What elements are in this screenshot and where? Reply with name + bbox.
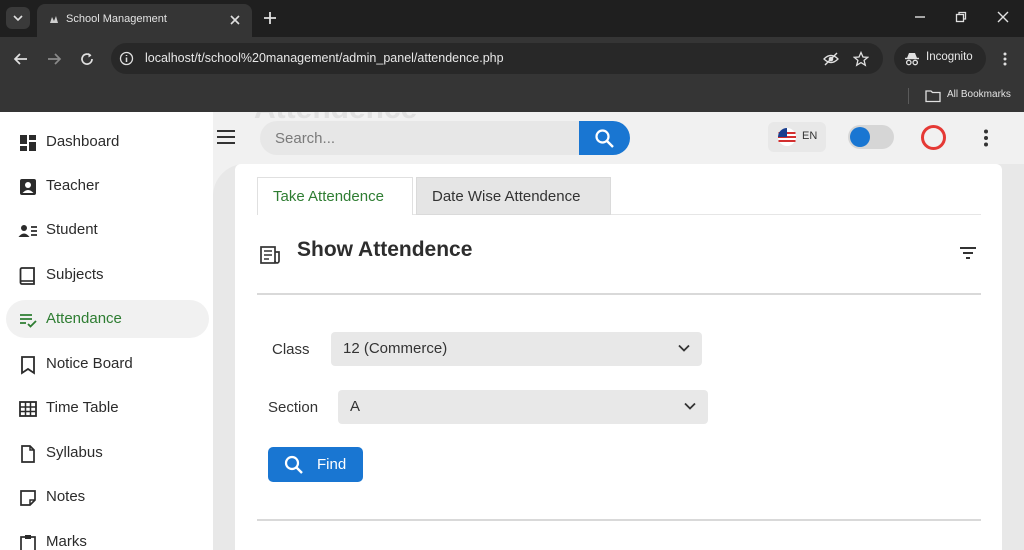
search-bar <box>260 121 630 155</box>
sidebar-item-student[interactable]: Student <box>6 211 209 249</box>
reload-icon[interactable] <box>79 51 95 67</box>
new-tab-icon[interactable] <box>262 10 278 26</box>
divider <box>257 519 981 521</box>
language-label: EN <box>802 130 818 142</box>
sidebar: Dashboard Teacher Student Subjects Atten… <box>0 112 213 550</box>
tab-date-wise-attendence[interactable]: Date Wise Attendence <box>416 177 611 215</box>
tab-title: School Management <box>66 13 167 25</box>
search-icon <box>595 129 614 148</box>
attendance-tabs: Take Attendence Date Wise Attendence <box>257 177 981 215</box>
more-options-icon[interactable] <box>981 128 991 148</box>
tab-take-attendence[interactable]: Take Attendence <box>257 177 413 215</box>
sidebar-item-label: Dashboard <box>46 133 120 150</box>
chevron-down-icon <box>13 15 23 22</box>
newspaper-icon <box>260 246 280 264</box>
address-bar[interactable]: localhost/t/school%20management/admin_pa… <box>111 43 883 74</box>
sidebar-item-label: Teacher <box>46 177 100 194</box>
profile-ring-icon[interactable] <box>921 125 946 150</box>
sidebar-item-label: Notice Board <box>46 355 133 372</box>
all-bookmarks-link[interactable]: All Bookmarks <box>947 89 1011 100</box>
search-icon <box>284 455 303 474</box>
toggle-knob <box>850 127 870 147</box>
sidebar-item-label: Syllabus <box>46 444 103 461</box>
restore-icon[interactable] <box>954 10 968 24</box>
sidebar-item-label: Marks <box>46 533 87 550</box>
sidebar-item-attendance[interactable]: Attendance <box>6 300 209 338</box>
incognito-icon <box>905 53 919 66</box>
sidebar-item-label: Subjects <box>46 266 104 283</box>
sidebar-item-time-table[interactable]: Time Table <box>6 389 209 427</box>
search-input[interactable] <box>260 121 580 155</box>
checklist-icon <box>20 314 37 328</box>
class-label: Class <box>272 341 310 358</box>
url-text: localhost/t/school%20management/admin_pa… <box>145 51 504 65</box>
close-icon[interactable] <box>228 13 242 27</box>
site-info-icon[interactable] <box>119 51 134 66</box>
window-close-icon[interactable] <box>996 10 1010 24</box>
book-icon <box>19 267 35 285</box>
student-icon <box>18 225 37 237</box>
teacher-icon <box>20 179 36 195</box>
browser-menu-icon[interactable] <box>998 51 1012 67</box>
sidebar-item-teacher[interactable]: Teacher <box>6 167 209 205</box>
browser-tab-bar: School Management <box>0 0 1024 37</box>
class-select[interactable]: 12 (Commerce) <box>331 332 702 366</box>
sidebar-item-marks[interactable]: Marks <box>6 523 209 550</box>
favicon-icon <box>50 16 58 23</box>
sidebar-item-label: Student <box>46 221 98 238</box>
us-flag-icon <box>778 128 796 146</box>
forward-arrow-icon[interactable] <box>46 51 62 67</box>
browser-tab[interactable]: School Management <box>37 4 252 37</box>
section-title: Show Attendence <box>297 238 473 261</box>
search-button[interactable] <box>579 121 630 155</box>
divider <box>257 293 981 295</box>
tab-label: Date Wise Attendence <box>432 188 581 205</box>
browser-toolbar: localhost/t/school%20management/admin_pa… <box>0 37 1024 81</box>
document-icon <box>21 445 35 463</box>
table-icon <box>19 401 37 417</box>
class-select-value: 12 (Commerce) <box>343 340 448 357</box>
sidebar-item-syllabus[interactable]: Syllabus <box>6 434 209 472</box>
filter-icon[interactable] <box>959 246 977 260</box>
chevron-down-icon <box>684 402 696 410</box>
clipboard-icon <box>20 535 36 550</box>
sidebar-item-notes[interactable]: Notes <box>6 478 209 516</box>
eye-off-icon[interactable] <box>823 51 839 67</box>
sidebar-item-dashboard[interactable]: Dashboard <box>6 123 209 161</box>
hamburger-menu-icon[interactable] <box>216 128 236 146</box>
bookmark-icon <box>21 356 35 375</box>
attendance-card: Take Attendence Date Wise Attendence Sho… <box>235 164 1002 550</box>
section-select-value: A <box>350 398 361 415</box>
star-icon[interactable] <box>853 51 869 67</box>
sidebar-item-label: Time Table <box>46 399 119 416</box>
page: Attendence Dashboard Teacher Student Sub… <box>0 112 1024 550</box>
find-button-label: Find <box>317 456 347 473</box>
chevron-down-icon <box>678 344 690 352</box>
dashboard-icon <box>20 135 36 151</box>
tab-search-button[interactable] <box>6 7 30 29</box>
theme-toggle[interactable] <box>848 125 894 149</box>
note-icon <box>20 490 36 506</box>
sidebar-item-subjects[interactable]: Subjects <box>6 256 209 294</box>
back-arrow-icon[interactable] <box>13 51 29 67</box>
sidebar-item-label: Notes <box>46 488 86 505</box>
sidebar-item-notice-board[interactable]: Notice Board <box>6 345 209 383</box>
tab-label: Take Attendence <box>273 188 384 205</box>
section-label: Section <box>268 399 319 416</box>
section-select[interactable]: A <box>338 390 708 424</box>
incognito-indicator[interactable]: Incognito <box>894 43 986 74</box>
minimize-icon[interactable] <box>913 10 927 24</box>
incognito-label: Incognito <box>926 51 973 63</box>
find-button[interactable]: Find <box>268 447 363 482</box>
bookmarks-separator <box>908 88 909 104</box>
language-selector[interactable]: EN <box>768 122 826 152</box>
folder-icon[interactable] <box>925 89 941 103</box>
sidebar-item-label: Attendance <box>46 310 122 327</box>
bookmarks-bar: All Bookmarks <box>0 81 1024 112</box>
